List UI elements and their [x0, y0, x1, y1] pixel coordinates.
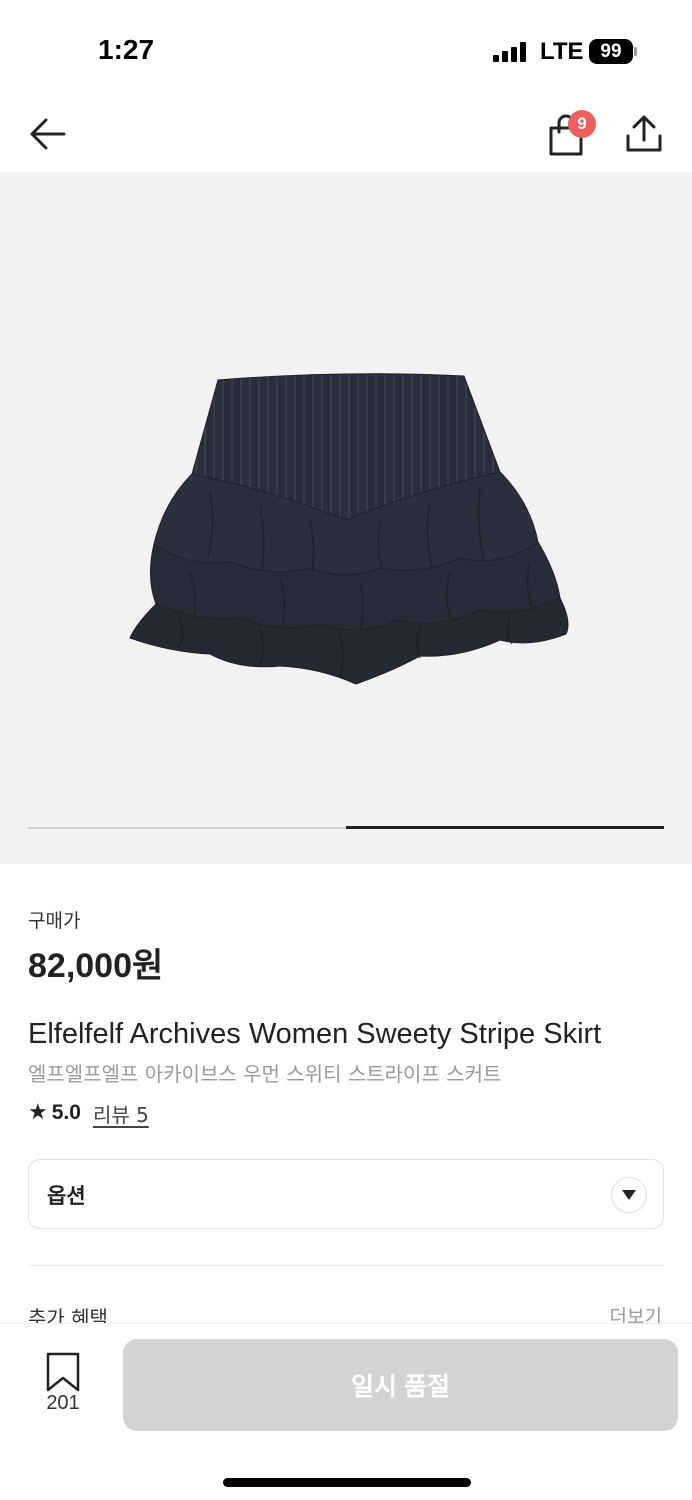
chevron-down-icon [611, 1177, 647, 1213]
option-dropdown[interactable]: 옵션 [28, 1159, 664, 1229]
divider [28, 1265, 664, 1266]
share-button[interactable] [622, 112, 666, 156]
product-detail-page: 1:27 LTE 99 9 구매가 82,000원 Elfelfelf Arch… [0, 0, 692, 1500]
bookmark-count: 201 [46, 1392, 80, 1414]
product-name-ko: 엘프엘프엘프 아카이브스 우먼 스위티 스트라이프 스커트 [28, 1062, 502, 1086]
gallery-progress-active [346, 826, 664, 829]
network-type: LTE [540, 38, 584, 65]
top-nav: 9 [0, 100, 692, 172]
option-label: 옵션 [47, 1184, 86, 1208]
bottom-action-bar: 201 일시 품절 [0, 1323, 692, 1500]
review-link[interactable]: 리뷰 5 [93, 1099, 149, 1128]
signal-icon [493, 42, 529, 62]
status-bar: 1:27 LTE 99 [0, 0, 692, 100]
product-price: 82,000원 [28, 947, 164, 985]
rating-value: 5.0 [51, 1101, 81, 1124]
bookmark-icon [46, 1352, 80, 1392]
back-arrow-icon [30, 118, 66, 150]
rating-row: ★ 5.0 리뷰 5 [28, 1099, 149, 1127]
share-icon [626, 115, 662, 152]
battery-icon: 99 [589, 39, 633, 64]
battery-tip [634, 47, 637, 56]
status-time: 1:27 [98, 34, 155, 65]
cart-count-badge: 9 [568, 110, 596, 138]
sold-out-button[interactable]: 일시 품절 [123, 1339, 678, 1431]
product-image [129, 373, 569, 685]
product-image-gallery[interactable] [0, 172, 692, 864]
home-indicator [223, 1478, 471, 1487]
back-button[interactable] [24, 112, 74, 156]
star-icon: ★ [28, 1100, 48, 1125]
price-label: 구매가 [28, 910, 81, 932]
product-name-en: Elfelfelf Archives Women Sweety Stripe S… [28, 1018, 602, 1050]
